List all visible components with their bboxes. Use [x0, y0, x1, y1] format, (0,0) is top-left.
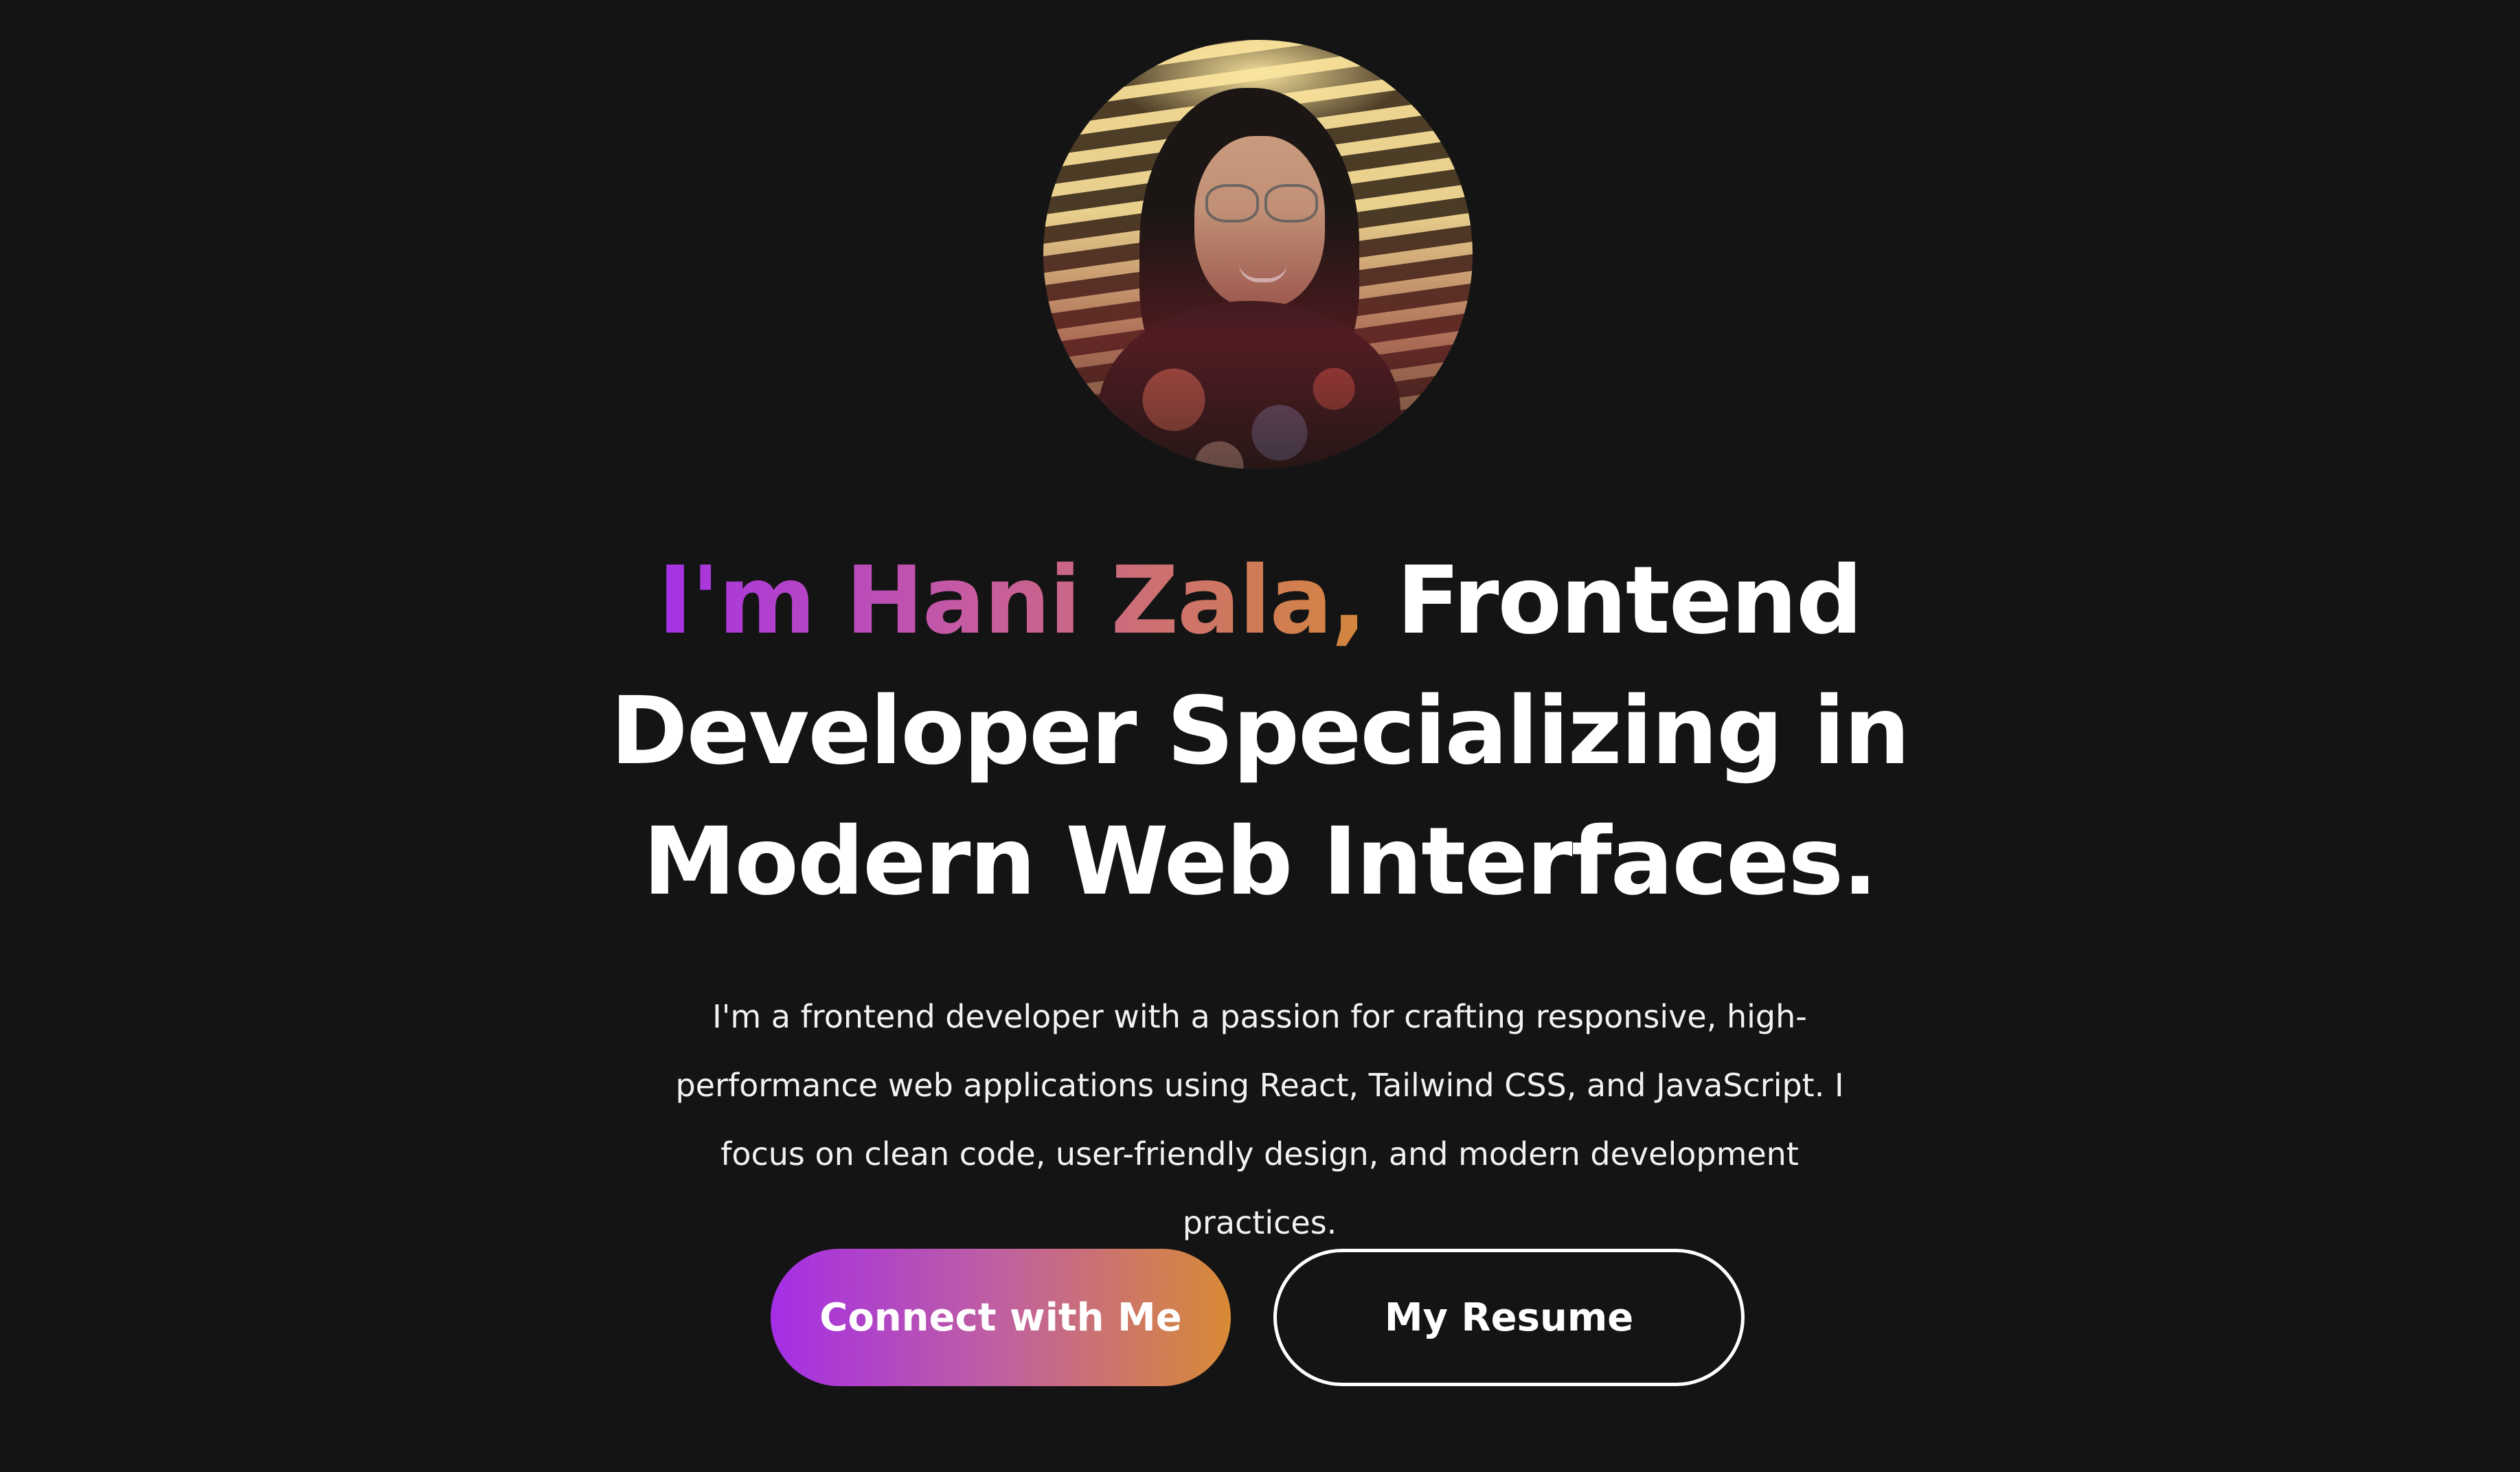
profile-avatar — [1043, 40, 1473, 469]
connect-with-me-button[interactable]: Connect with Me — [771, 1249, 1231, 1386]
hero-headline: I'm Hani Zala, Frontend Developer Specia… — [573, 536, 1946, 927]
connect-button-label: Connect with Me — [819, 1295, 1182, 1340]
resume-button-label: My Resume — [1384, 1295, 1634, 1340]
avatar-shade — [1043, 40, 1473, 469]
headline-name-highlight: I'm Hani Zala, — [657, 547, 1367, 655]
my-resume-button[interactable]: My Resume — [1273, 1249, 1745, 1386]
hero-description: I'm a frontend developer with a passion … — [675, 998, 1844, 1241]
